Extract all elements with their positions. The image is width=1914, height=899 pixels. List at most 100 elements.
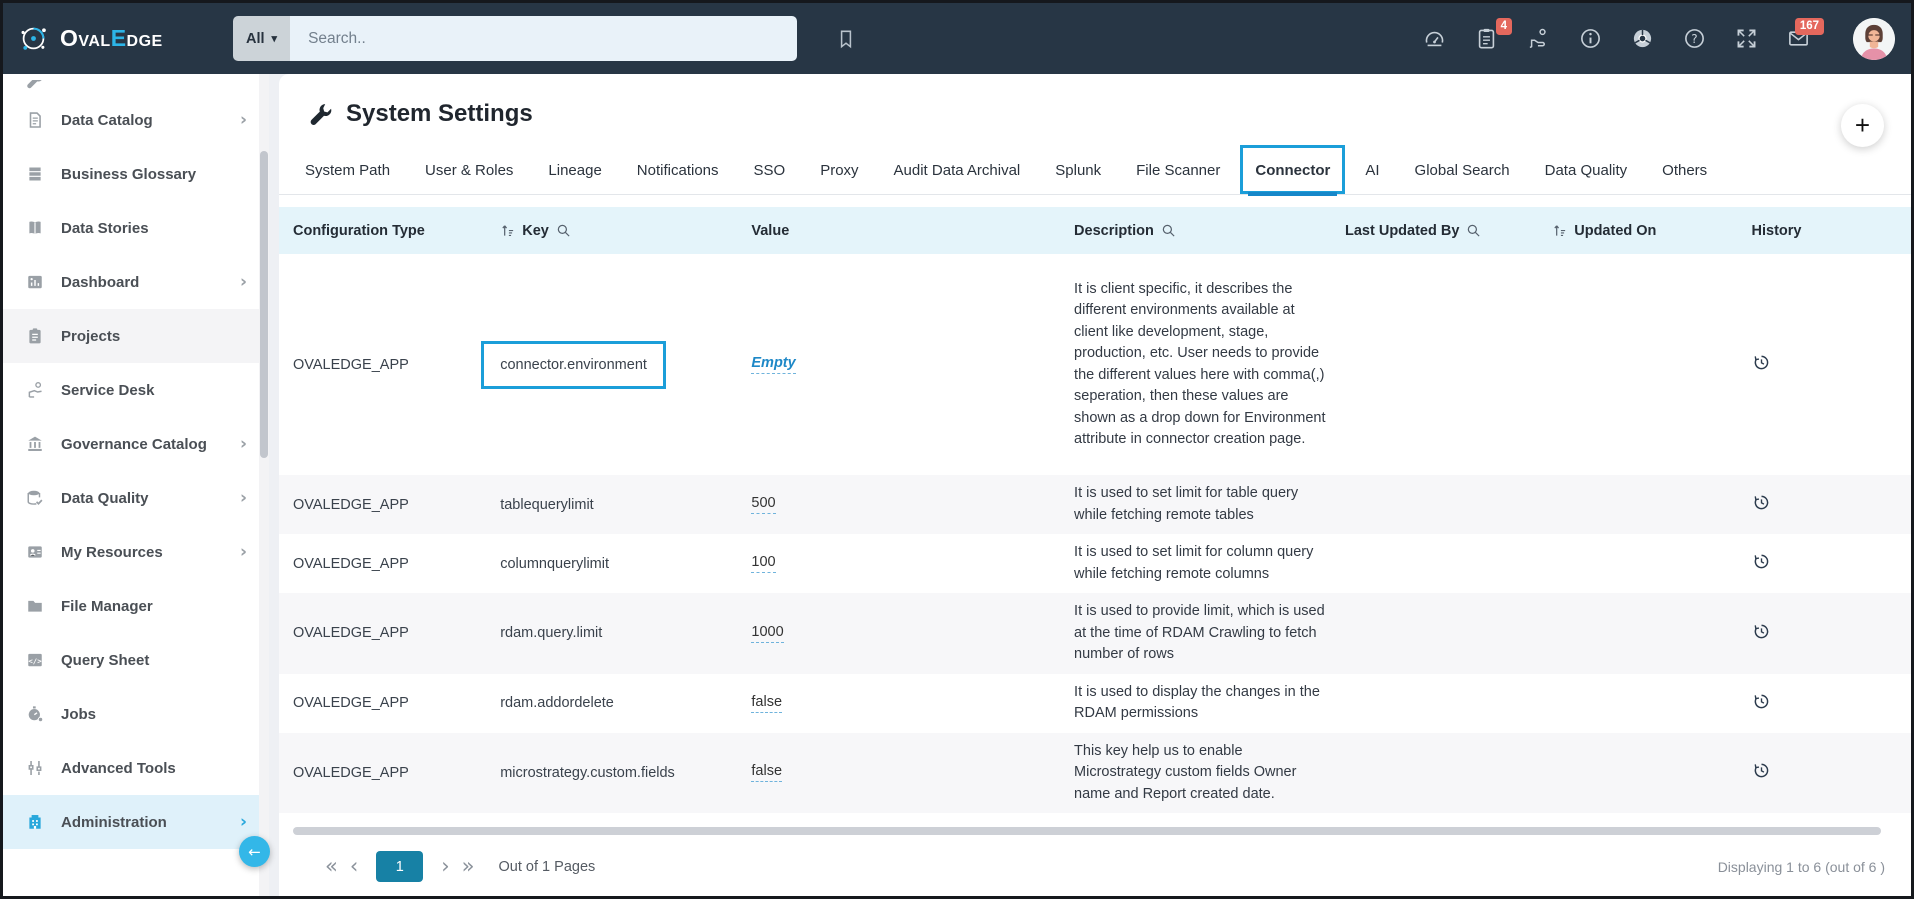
column-header-label: History	[1751, 222, 1802, 239]
chevron-right-icon: ›	[239, 812, 247, 832]
value-link[interactable]: 1000	[751, 624, 784, 643]
data-quality-icon	[26, 489, 44, 507]
cell-description: This key help us to enable Microstrategy…	[1074, 742, 1297, 802]
sort-icon[interactable]	[1552, 223, 1567, 238]
cell-key: rdam.query.limit	[500, 625, 723, 641]
sidebar-item-query-sheet[interactable]: </> Query Sheet	[3, 633, 259, 687]
sidebar-scrollbar[interactable]	[259, 74, 269, 896]
next-page-button[interactable]: ›	[441, 856, 449, 877]
user-avatar[interactable]	[1853, 17, 1895, 60]
browser-extension-icon[interactable]	[1631, 27, 1654, 50]
sidebar-item-label: Projects	[61, 327, 121, 345]
history-icon[interactable]	[1752, 353, 1771, 372]
endorsement-icon[interactable]	[1527, 27, 1550, 50]
sidebar-item-label: Query Sheet	[61, 651, 150, 669]
tab-proxy[interactable]: Proxy	[818, 152, 860, 194]
value-link[interactable]: 500	[751, 495, 776, 514]
sidebar-item-business-glossary[interactable]: Business Glossary	[3, 147, 259, 201]
tab-file-scanner[interactable]: File Scanner	[1134, 152, 1222, 194]
sidebar-item-service-desk[interactable]: Service Desk	[3, 363, 259, 417]
value-link[interactable]: false	[751, 763, 783, 783]
sidebar-item-data-catalog[interactable]: Data Catalog ›	[3, 93, 259, 147]
tab-splunk[interactable]: Splunk	[1053, 152, 1103, 194]
sidebar-item-my-resources[interactable]: My Resources ›	[3, 525, 259, 579]
column-header-label: Configuration Type	[293, 222, 425, 239]
administration-icon	[26, 813, 44, 831]
tab-lineage[interactable]: Lineage	[546, 152, 603, 194]
brand[interactable]: OvalEdge	[17, 22, 233, 55]
bookmark-icon[interactable]	[835, 28, 857, 50]
horizontal-scrollbar[interactable]	[293, 827, 1881, 835]
search-filter-dropdown[interactable]: All ▾	[233, 16, 291, 61]
cell-key: connector.environment	[481, 340, 723, 389]
tab-global-search[interactable]: Global Search	[1413, 152, 1512, 194]
fullscreen-expand-icon[interactable]	[1735, 27, 1758, 50]
app-window: OvalEdge All ▾ 4 ? 167 Data Catalog › Busi…	[0, 0, 1914, 899]
tab-user-roles[interactable]: User & Roles	[423, 152, 515, 194]
dashboard-icon	[26, 273, 44, 291]
tab-audit-data-archival[interactable]: Audit Data Archival	[892, 152, 1023, 194]
history-icon[interactable]	[1752, 493, 1771, 512]
sidebar-item-governance-catalog[interactable]: Governance Catalog ›	[3, 417, 259, 471]
search-input[interactable]	[290, 16, 797, 61]
sidebar-item-projects[interactable]: Projects	[3, 309, 259, 363]
sidebar-item-partial[interactable]	[3, 80, 259, 93]
key-text: rdam.query.limit	[500, 625, 603, 642]
tab-sso[interactable]: SSO	[752, 152, 788, 194]
value-link[interactable]: false	[751, 694, 783, 713]
cell-history	[1744, 761, 1887, 784]
sidebar-item-advanced-tools[interactable]: Advanced Tools	[3, 741, 259, 795]
tab-ai[interactable]: AI	[1363, 152, 1381, 194]
messages-icon[interactable]: 167	[1787, 18, 1824, 50]
current-page-button[interactable]: 1	[376, 851, 424, 882]
tab-connector[interactable]: Connector	[1240, 145, 1346, 196]
tab-system-path[interactable]: System Path	[303, 152, 392, 194]
sidebar-scrollbar-thumb[interactable]	[260, 151, 268, 458]
history-icon[interactable]	[1752, 761, 1771, 780]
history-icon[interactable]	[1752, 692, 1771, 711]
collapse-sidebar-button[interactable]: ←	[239, 836, 270, 867]
sidebar-item-dashboard[interactable]: Dashboard ›	[3, 255, 259, 309]
sidebar-item-data-stories[interactable]: Data Stories	[3, 201, 259, 255]
topbar: OvalEdge All ▾ 4 ? 167	[3, 3, 1911, 74]
search-icon[interactable]	[1161, 223, 1176, 238]
wrench-icon	[26, 80, 44, 89]
search-icon[interactable]	[556, 223, 571, 238]
sidebar-item-jobs[interactable]: Jobs	[3, 687, 259, 741]
search-icon[interactable]	[1466, 223, 1481, 238]
settings-tabs: System Path User & Roles Lineage Notificati…	[279, 128, 1911, 196]
sidebar-item-label: Dashboard	[61, 273, 140, 291]
help-icon[interactable]: ?	[1683, 27, 1706, 50]
sidebar-item-label: Jobs	[61, 705, 97, 723]
history-icon[interactable]	[1752, 552, 1771, 571]
first-page-button[interactable]: «	[325, 856, 338, 877]
cell-history	[1744, 692, 1887, 715]
key-text: columnquerylimit	[500, 555, 610, 572]
sidebar-item-file-manager[interactable]: File Manager	[3, 579, 259, 633]
value-link[interactable]: 100	[751, 554, 776, 573]
sidebar-item-data-quality[interactable]: Data Quality ›	[3, 471, 259, 525]
cell-key: columnquerylimit	[500, 556, 723, 572]
column-header-key: Key	[500, 223, 723, 239]
clipboard-tasks-icon[interactable]: 4	[1475, 18, 1512, 50]
last-page-button[interactable]: »	[462, 856, 475, 877]
tasks-badge: 4	[1495, 18, 1512, 35]
value-link[interactable]: Empty	[751, 355, 796, 374]
info-icon[interactable]	[1579, 27, 1602, 50]
sidebar: Data Catalog › Business Glossary Data Stori…	[3, 74, 259, 896]
speedometer-icon[interactable]	[1423, 27, 1446, 50]
sidebar-item-label: Data Catalog	[61, 111, 153, 129]
sidebar-item-administration[interactable]: Administration ›	[3, 795, 259, 849]
previous-page-button[interactable]: ‹	[350, 856, 358, 877]
column-header-label: Description	[1074, 222, 1154, 239]
table-footer: « ‹ 1 › » Out of 1 Pages Displaying 1 to…	[279, 827, 1911, 896]
table-row: OVALEDGE_APP columnquerylimit 100 It is use…	[279, 534, 1911, 593]
sort-icon[interactable]	[500, 223, 515, 238]
tab-notifications[interactable]: Notifications	[635, 152, 721, 194]
history-icon[interactable]	[1752, 622, 1771, 641]
column-header-label: Last Updated By	[1345, 222, 1460, 239]
pages-count-label: Out of 1 Pages	[498, 858, 596, 875]
tab-data-quality[interactable]: Data Quality	[1543, 152, 1630, 194]
table-header-row: Configuration Type Key Value Description Las…	[279, 207, 1911, 254]
tab-others[interactable]: Others	[1660, 152, 1709, 194]
